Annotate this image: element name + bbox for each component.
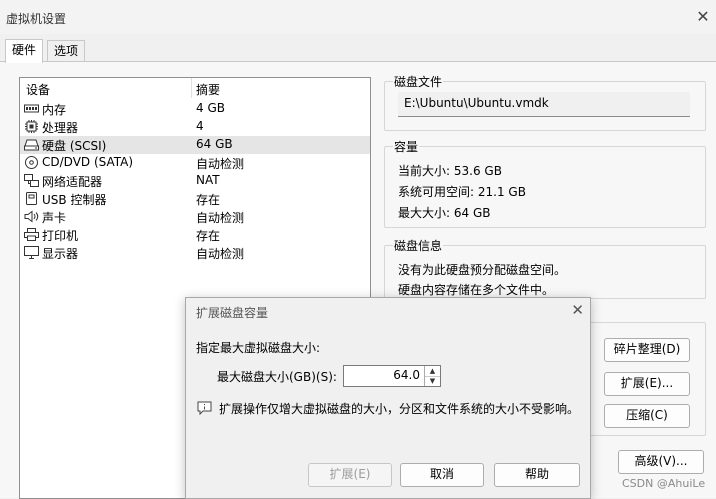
device-summary: NAT: [196, 173, 220, 187]
capacity-group: 容量 当前大小: 53.6 GB 系统可用空间: 21.1 GB 最大大小: 6…: [384, 138, 706, 228]
max-disk-size-label: 最大磁盘大小(GB)(S):: [217, 370, 337, 384]
window-close-icon[interactable]: ✕: [692, 7, 714, 27]
device-summary: 自动检测: [196, 247, 245, 261]
window-title-bar: 虚拟机设置 ✕: [0, 0, 716, 34]
device-row-network-adapter[interactable]: 网络适配器 NAT: [20, 172, 370, 190]
device-summary: 存在: [196, 193, 221, 207]
window-title: 虚拟机设置: [6, 12, 67, 26]
device-row-usb-controller[interactable]: USB 控制器 存在: [20, 190, 370, 208]
device-name: 声卡: [42, 211, 67, 225]
info-icon: [197, 401, 212, 415]
device-row-display[interactable]: 显示器 自动检测: [20, 244, 370, 262]
column-header-summary[interactable]: 摘要: [196, 81, 220, 98]
dialog-help-button[interactable]: 帮助: [494, 463, 580, 487]
max-disk-size-value[interactable]: 64.0: [393, 368, 420, 382]
device-summary: 自动检测: [196, 157, 245, 171]
device-row-cd-dvd[interactable]: CD/DVD (SATA) 自动检测: [20, 154, 370, 172]
column-header-device[interactable]: 设备: [26, 81, 50, 98]
display-icon: [24, 246, 39, 259]
expand-disk-button[interactable]: 扩展(E)...: [604, 372, 690, 396]
device-row-sound-card[interactable]: 声卡 自动检测: [20, 208, 370, 226]
dialog-title: 扩展磁盘容量: [196, 306, 269, 320]
device-row-hard-disk[interactable]: 硬盘 (SCSI) 64 GB: [20, 136, 370, 154]
max-size-text: 最大大小: 64 GB: [398, 206, 491, 220]
device-name: 硬盘 (SCSI): [42, 139, 107, 153]
stepper-arrows: ▲ ▼: [424, 366, 440, 386]
stepper-down-icon[interactable]: ▼: [425, 376, 440, 386]
device-row-memory[interactable]: 内存 4 GB: [20, 100, 370, 118]
sound-card-icon: [24, 210, 39, 223]
disk-file-path-field[interactable]: E:\Ubuntu\Ubuntu.vmdk: [398, 92, 690, 117]
tab-hardware[interactable]: 硬件: [5, 39, 44, 63]
device-name: 网络适配器: [42, 175, 103, 189]
device-name: CD/DVD (SATA): [42, 155, 134, 169]
advanced-button[interactable]: 高级(V)...: [618, 450, 704, 474]
disk-info-line-1: 没有为此硬盘预分配磁盘空间。: [398, 263, 567, 277]
dialog-info-text: 扩展操作仅增大虚拟磁盘的大小，分区和文件系统的大小不受影响。: [219, 402, 580, 416]
printer-icon: [24, 228, 39, 241]
disk-info-line-2: 硬盘内容存储在多个文件中。: [398, 283, 555, 297]
defrag-button[interactable]: 碎片整理(D): [604, 338, 690, 362]
hard-disk-icon: [24, 139, 39, 151]
disk-info-group-title: 磁盘信息: [393, 237, 444, 254]
watermark: CSDN @AhuiLe: [622, 477, 706, 490]
device-name: 内存: [42, 103, 67, 117]
memory-icon: [24, 104, 39, 113]
compact-button[interactable]: 压缩(C): [604, 404, 690, 428]
dialog-prompt: 指定最大虚拟磁盘大小:: [196, 341, 321, 355]
dialog-close-icon[interactable]: ✕: [571, 301, 584, 319]
disk-info-group: 磁盘信息 没有为此硬盘预分配磁盘空间。 硬盘内容存储在多个文件中。: [384, 237, 706, 299]
device-name: USB 控制器: [42, 193, 107, 207]
column-separator: [191, 78, 192, 98]
device-summary: 64 GB: [196, 137, 233, 151]
cd-dvd-icon: [25, 156, 38, 169]
device-row-printer[interactable]: 打印机 存在: [20, 226, 370, 244]
disk-file-path: E:\Ubuntu\Ubuntu.vmdk: [404, 96, 549, 110]
device-name: 打印机: [42, 229, 79, 243]
usb-icon: [26, 192, 37, 205]
device-summary: 存在: [196, 229, 221, 243]
device-row-processor[interactable]: 处理器 4: [20, 118, 370, 136]
device-summary: 自动检测: [196, 211, 245, 225]
max-disk-size-stepper[interactable]: 64.0 ▲ ▼: [343, 365, 441, 387]
available-space-text: 系统可用空间: 21.1 GB: [398, 185, 526, 199]
device-name: 显示器: [42, 247, 79, 261]
expand-disk-dialog: 扩展磁盘容量 ✕ 指定最大虚拟磁盘大小: 最大磁盘大小(GB)(S): 64.0…: [185, 297, 591, 499]
current-size-text: 当前大小: 53.6 GB: [398, 164, 502, 178]
device-summary: 4: [196, 119, 204, 133]
device-summary: 4 GB: [196, 101, 225, 115]
dialog-cancel-button[interactable]: 取消: [400, 463, 484, 487]
device-name: 处理器: [42, 121, 79, 135]
dialog-expand-button[interactable]: 扩展(E): [308, 463, 392, 487]
tab-options[interactable]: 选项: [47, 40, 86, 62]
processor-icon: [25, 120, 38, 133]
capacity-group-title: 容量: [393, 138, 420, 155]
disk-file-group-title: 磁盘文件: [393, 73, 444, 90]
network-adapter-icon: [24, 174, 39, 187]
tab-strip: 硬件 选项: [0, 39, 716, 63]
